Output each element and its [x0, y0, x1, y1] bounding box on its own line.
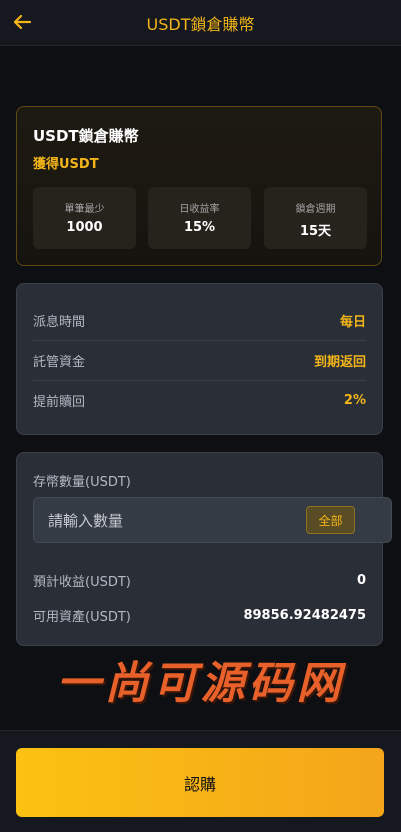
terms-card: 派息時間 每日 託管資金 到期返回 提前贖回 2%	[16, 283, 383, 435]
available-assets-label: 可用資產(USDT)	[33, 610, 131, 625]
term-label: 託管資金	[33, 354, 86, 370]
term-value: 2%	[343, 392, 366, 408]
stat-label: 鎖倉週期	[295, 204, 336, 215]
term-value: 到期返回	[313, 354, 366, 370]
stat-label: 日收益率	[179, 204, 220, 215]
stat-value: 1000	[66, 220, 103, 235]
deposit-amount-input[interactable]	[46, 498, 300, 544]
product-subtitle: 獲得USDT	[33, 157, 99, 172]
stat-daily-rate: 日收益率 15%	[148, 187, 251, 249]
top-bar: USDT鎖倉賺幣	[0, 0, 401, 46]
product-title: USDT鎖倉賺幣	[33, 127, 139, 145]
expected-income-label: 預計收益(USDT)	[33, 575, 131, 590]
footer-bar: 認購	[0, 730, 401, 832]
expected-income-value: 0	[356, 573, 366, 588]
page-title: USDT鎖倉賺幣	[146, 14, 255, 34]
all-button[interactable]: 全部	[306, 506, 355, 534]
subscribe-button[interactable]: 認購	[16, 748, 384, 817]
term-label: 提前贖回	[33, 394, 86, 410]
term-row-payout: 派息時間 每日	[33, 300, 366, 340]
stat-value: 15%	[183, 220, 216, 235]
deposit-amount-label: 存幣數量(USDT)	[33, 475, 131, 490]
arrow-left-icon	[13, 14, 32, 30]
available-assets-row: 可用資產(USDT) 89856.92482475	[33, 606, 366, 625]
term-row-custody: 託管資金 到期返回	[33, 340, 366, 380]
product-card: USDT鎖倉賺幣 獲得USDT 單筆最少 1000 日收益率 15% 鎖倉週期 …	[16, 106, 382, 266]
available-assets-value: 89856.92482475	[243, 608, 366, 623]
stat-min-amount: 單筆最少 1000	[33, 187, 136, 249]
stat-label: 單筆最少	[64, 204, 105, 215]
stat-lock-period: 鎖倉週期 15天	[264, 187, 367, 249]
back-button[interactable]	[10, 10, 34, 34]
deposit-card: 存幣數量(USDT) 全部 預計收益(USDT) 0 可用資產(USDT) 89…	[16, 452, 392, 646]
deposit-input-box: 全部	[33, 497, 392, 544]
term-label: 派息時間	[33, 314, 86, 330]
term-value: 每日	[339, 314, 366, 330]
stat-value: 15天	[299, 224, 332, 239]
term-row-early-redeem: 提前贖回 2%	[33, 380, 366, 420]
expected-income-row: 預計收益(USDT) 0	[33, 571, 366, 590]
watermark: 一尚可源码网	[56, 658, 345, 709]
